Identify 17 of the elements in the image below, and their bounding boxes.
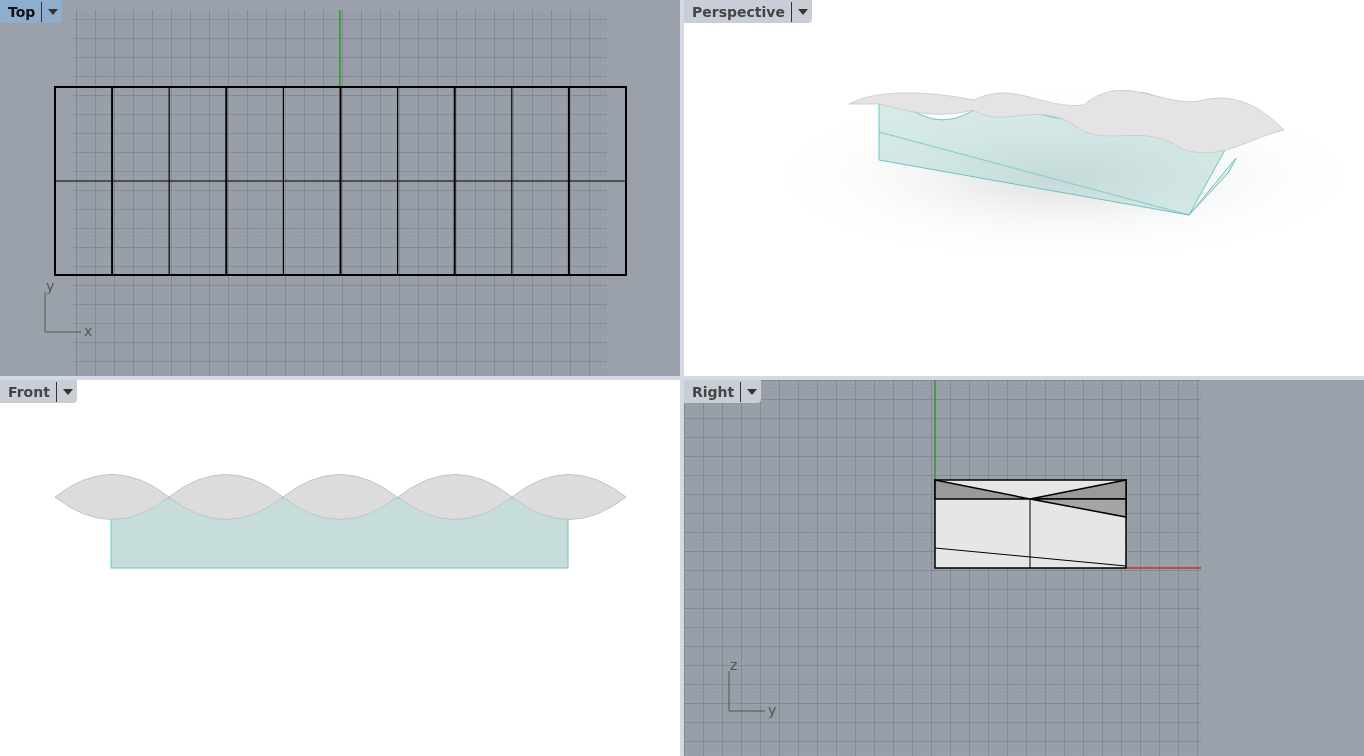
viewport[interactable]: z y Right	[684, 380, 1364, 756]
caret-icon	[48, 8, 59, 15]
viewport-tab[interactable]: Front	[0, 380, 77, 403]
axis-label: z	[730, 657, 738, 673]
viewport[interactable]: y x Top	[0, 0, 680, 376]
axis-label: y	[768, 702, 777, 718]
viewport-tab[interactable]: Right	[684, 380, 762, 403]
caret-icon	[62, 388, 73, 395]
viewport-tab[interactable]: Top	[0, 0, 63, 23]
caret-icon	[747, 388, 758, 395]
axis-label: x	[84, 323, 93, 339]
viewport-tab[interactable]: Perspective	[684, 0, 812, 23]
axis-label: y	[46, 278, 55, 294]
viewport[interactable]: Front	[0, 380, 680, 756]
axis-icon	[728, 670, 766, 712]
caret-icon	[797, 8, 808, 15]
viewport[interactable]: Perspective	[684, 0, 1364, 376]
